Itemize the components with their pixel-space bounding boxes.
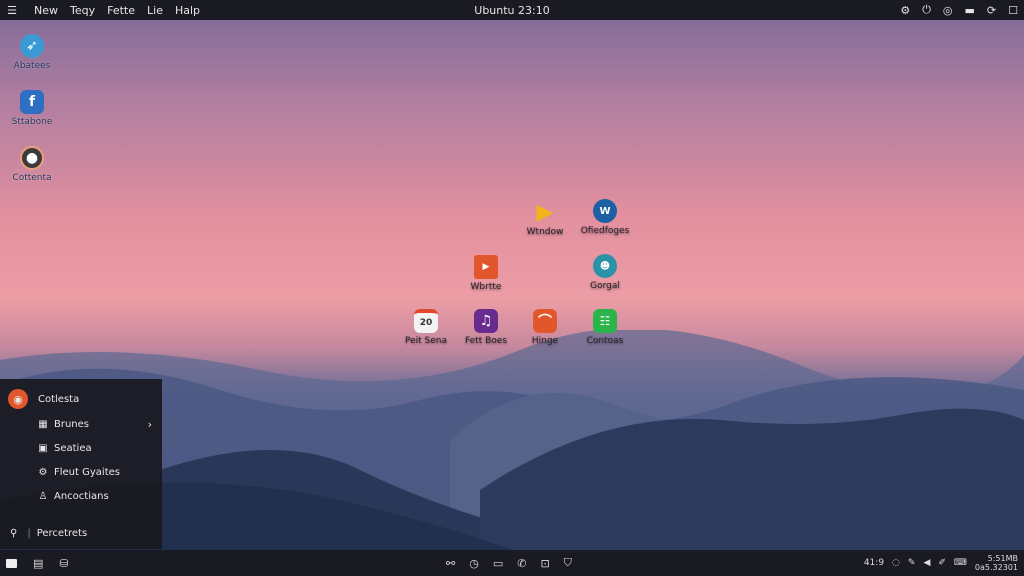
taskbar: ▤ ⛁ ⚯ ◷ ▭ ✆ ⊡ ⛉ 41:9 ◌ ✎ ◀ ✐ ⌨ 5:51MB 0a…	[0, 550, 1024, 576]
ubuntu-icon: ⌒	[533, 309, 557, 333]
desktop-icon-cottenta[interactable]: ● Cottenta	[0, 146, 64, 183]
start-menu-footer[interactable]: ⚲ | Percetrets	[0, 523, 162, 543]
bird-icon: ➶	[20, 34, 44, 58]
taskbar-clock[interactable]: 5:51MB 0a5.32301	[975, 554, 1018, 572]
chat-icon: ☻	[593, 254, 617, 278]
facebook-icon: f	[20, 90, 44, 114]
close-icon[interactable]: ☐	[1008, 4, 1018, 17]
start-menu-footer-label: Percetrets	[36, 527, 88, 539]
volume-icon[interactable]: ◀	[923, 558, 930, 568]
desktop-icon-hinge[interactable]: ⌒ Hinge	[513, 309, 577, 346]
power-icon[interactable]: ⏻	[922, 3, 931, 17]
folder-icon: ▶	[474, 255, 498, 279]
taskbar-center: ⚯ ◷ ▭ ✆ ⊡ ⛉	[446, 550, 572, 576]
top-bar: ☰ New Teqy Fette Lie Halp Ubuntu 23:10 ⚙…	[0, 0, 1024, 20]
folder-icon[interactable]: ▭	[493, 557, 503, 570]
window-icon: ▣	[38, 442, 48, 454]
start-menu-item-fleut-gyaites[interactable]: ⚙ Fleut Gyaites	[0, 462, 162, 482]
files-icon[interactable]: ▤	[33, 557, 43, 570]
wp-icon: W	[593, 199, 617, 223]
calendar-icon: 20	[414, 309, 438, 333]
rotate-icon[interactable]: ⟳	[987, 4, 996, 17]
edit-icon[interactable]: ⊡	[540, 557, 549, 570]
play-icon: ▶	[536, 199, 554, 225]
keyboard-icon[interactable]: ⌨	[954, 558, 967, 568]
store-icon[interactable]: ⛁	[59, 557, 68, 570]
start-menu-item-seatiea[interactable]: ▣ Seatiea	[0, 438, 162, 458]
link-icon[interactable]: ⚯	[446, 557, 455, 570]
desktop-icon-fett-boes[interactable]: ♫ Fett Boes	[454, 309, 518, 346]
disc-icon: ●	[20, 146, 44, 170]
clock-icon[interactable]: ◷	[469, 557, 479, 570]
menu-item-halp[interactable]: Halp	[175, 4, 200, 17]
footer-divider: |	[27, 527, 31, 539]
desktop-icon-ofiedfoges[interactable]: W Ofiedfoges	[573, 199, 637, 236]
menu-item-new[interactable]: New	[34, 4, 58, 17]
menu-item-lie[interactable]: Lie	[147, 4, 163, 17]
hamburger-icon[interactable]: ☰	[2, 4, 22, 17]
brush-icon[interactable]: ✎	[908, 558, 916, 568]
minimize-icon[interactable]: ▬	[965, 4, 975, 17]
system-tray: ⚙ ⏻ ◎ ▬ ⟳ ☐	[900, 0, 1018, 20]
menu-item-teqy[interactable]: Teqy	[70, 4, 95, 17]
desktop-icon-abatees[interactable]: ➶ Abatees	[0, 34, 64, 71]
gear-icon: ⚙	[38, 466, 48, 478]
app-logo-icon: ◉	[8, 389, 28, 409]
start-menu-item-ancoctians[interactable]: ♙ Ancoctians	[0, 486, 162, 506]
start-menu-header[interactable]: ◉ Cotlesta	[0, 389, 162, 409]
user-icon: ♙	[38, 490, 48, 502]
globe-icon[interactable]: ◎	[943, 4, 953, 17]
taskbar-right: 41:9 ◌ ✎ ◀ ✐ ⌨ 5:51MB 0a5.32301	[864, 550, 1018, 576]
grid-icon: ▦	[38, 418, 48, 430]
pin-icon: ⚲	[10, 527, 18, 539]
spreadsheet-icon: ☷	[593, 309, 617, 333]
desktop-icon-peit-sena[interactable]: 20 Peit Sena	[394, 309, 458, 346]
taskbar-left: ▤ ⛁	[6, 550, 69, 576]
desktop-icon-sttabone[interactable]: f Sttabone	[0, 90, 64, 127]
wifi-icon[interactable]: ◌	[892, 558, 900, 568]
start-menu-item-brunes[interactable]: ▦ Brunes ›	[0, 414, 162, 434]
phone-icon[interactable]: ✆	[517, 557, 526, 570]
desktop-icon-contoas[interactable]: ☷ Contoas	[573, 309, 637, 346]
taskbar-time[interactable]: 41:9	[864, 558, 884, 568]
terminal-icon[interactable]	[6, 558, 17, 568]
chevron-right-icon: ›	[147, 417, 152, 431]
start-menu: ◉ Cotlesta ▦ Brunes › ▣ Seatiea ⚙ Fleut …	[0, 379, 162, 549]
music-icon: ♫	[474, 309, 498, 333]
menu-item-fette[interactable]: Fette	[107, 4, 135, 17]
pencil-icon[interactable]: ✐	[938, 558, 946, 568]
settings-icon[interactable]: ⚙	[900, 4, 910, 17]
desktop-icon-wtndow[interactable]: ▶ Wtndow	[513, 199, 577, 238]
desktop-icon-wbrtte[interactable]: ▶ Wbrtte	[454, 255, 518, 292]
shield-icon[interactable]: ⛉	[564, 556, 572, 570]
desktop-icon-gorgal[interactable]: ☻ Gorgal	[573, 254, 637, 291]
